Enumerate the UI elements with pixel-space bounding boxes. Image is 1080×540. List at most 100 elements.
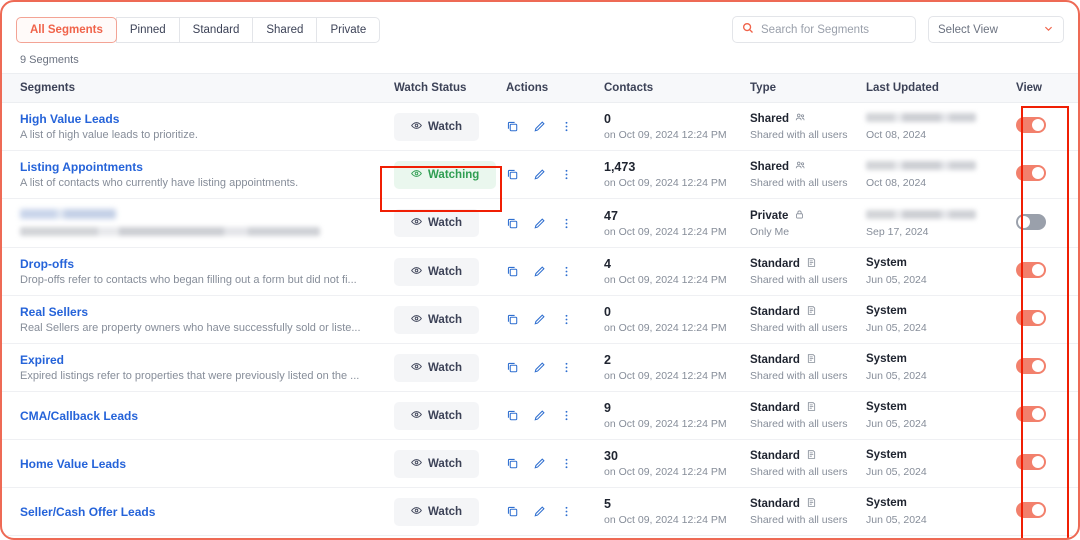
- duplicate-icon[interactable]: [506, 361, 519, 374]
- cell-last-updated: Oct 08, 2024: [866, 102, 1016, 151]
- cell-type: Shared Shared with all users: [750, 150, 866, 199]
- more-options-icon[interactable]: [560, 361, 573, 374]
- table-row: Real Sellers Real Sellers are property ow…: [2, 295, 1078, 344]
- contacts-count: 0: [604, 305, 611, 319]
- edit-pencil-icon[interactable]: [533, 409, 546, 422]
- cell-actions: [506, 247, 604, 296]
- edit-pencil-icon[interactable]: [533, 217, 546, 230]
- type-sublabel: Shared with all users: [750, 514, 848, 526]
- column-header-contacts: Contacts: [604, 73, 750, 103]
- cell-type: Standard Shared with all users: [750, 247, 866, 296]
- duplicate-icon[interactable]: [506, 505, 519, 518]
- watch-button-label: Watching: [428, 168, 480, 181]
- segment-name-link[interactable]: High Value Leads: [20, 112, 119, 126]
- filter-tab-private[interactable]: Private: [316, 16, 381, 43]
- edit-pencil-icon[interactable]: [533, 313, 546, 326]
- view-toggle[interactable]: [1016, 165, 1046, 181]
- duplicate-icon[interactable]: [506, 120, 519, 133]
- cell-segment: Listing Appointments A list of contacts w…: [2, 150, 394, 199]
- contacts-count: 0: [604, 112, 611, 126]
- contacts-count: 5: [604, 497, 611, 511]
- more-options-icon[interactable]: [560, 120, 573, 133]
- search-input[interactable]: [761, 23, 906, 36]
- more-options-icon[interactable]: [560, 265, 573, 278]
- watch-button[interactable]: Watch: [394, 112, 480, 141]
- cell-type: Standard Shared with all users: [750, 391, 866, 440]
- duplicate-icon[interactable]: [506, 457, 519, 470]
- view-toggle-knob: [1018, 215, 1030, 228]
- more-options-icon[interactable]: [560, 457, 573, 470]
- cell-contacts: 2 on Oct 09, 2024 12:24 PM: [604, 343, 750, 392]
- watch-button-label: Watch: [428, 409, 463, 422]
- more-options-icon[interactable]: [560, 168, 573, 181]
- contacts-count: 30: [604, 449, 618, 463]
- cell-contacts: 0 on Oct 09, 2024 12:24 PM: [604, 295, 750, 344]
- duplicate-icon[interactable]: [506, 409, 519, 422]
- duplicate-icon[interactable]: [506, 217, 519, 230]
- edit-pencil-icon[interactable]: [533, 361, 546, 374]
- cell-contacts: 9 on Oct 09, 2024 12:24 PM: [604, 391, 750, 440]
- select-view-dropdown[interactable]: Select View: [928, 16, 1064, 43]
- edit-pencil-icon[interactable]: [533, 168, 546, 181]
- view-toggle[interactable]: [1016, 454, 1046, 470]
- edit-pencil-icon[interactable]: [533, 505, 546, 518]
- cell-last-updated: System Jun 05, 2024: [866, 391, 1016, 440]
- watch-button[interactable]: Watch: [394, 497, 480, 526]
- duplicate-icon[interactable]: [506, 168, 519, 181]
- edit-pencil-icon[interactable]: [533, 120, 546, 133]
- column-header-view: View: [1016, 73, 1078, 103]
- filter-tab-shared[interactable]: Shared: [252, 16, 318, 43]
- cell-last-updated: Sep 17, 2024: [866, 198, 1016, 248]
- segment-name-link[interactable]: Listing Appointments: [20, 160, 143, 174]
- view-toggle[interactable]: [1016, 502, 1046, 518]
- segment-name-link[interactable]: Expired: [20, 353, 64, 367]
- watch-button[interactable]: Watch: [394, 353, 480, 382]
- more-options-icon[interactable]: [560, 505, 573, 518]
- view-toggle[interactable]: [1016, 358, 1046, 374]
- cell-segment: Drop-offs Drop-offs refer to contacts who…: [2, 247, 394, 296]
- eye-icon: [411, 409, 422, 423]
- cell-watch-status: Watch: [394, 439, 506, 488]
- segment-name-link[interactable]: Real Sellers: [20, 305, 88, 319]
- watch-button[interactable]: Watch: [394, 257, 480, 286]
- redacted-segment-description: [20, 227, 320, 237]
- filter-tab-pinned[interactable]: Pinned: [115, 16, 180, 43]
- watch-button[interactable]: Watch: [394, 449, 480, 478]
- segments-table-body: High Value Leads A list of high value lea…: [2, 102, 1078, 536]
- search-input-wrapper[interactable]: [732, 16, 916, 43]
- cell-watch-status: Watching: [394, 150, 506, 199]
- watch-button[interactable]: Watch: [394, 305, 480, 334]
- updated-date: Oct 08, 2024: [866, 129, 927, 141]
- watch-button[interactable]: Watch: [394, 209, 480, 237]
- filter-tab-all-segments[interactable]: All Segments: [16, 16, 117, 43]
- filter-tab-standard[interactable]: Standard: [178, 16, 254, 43]
- more-options-icon[interactable]: [560, 409, 573, 422]
- segment-name-link[interactable]: CMA/Callback Leads: [20, 409, 138, 423]
- cell-last-updated: Oct 08, 2024: [866, 150, 1016, 199]
- watching-button[interactable]: Watching: [394, 160, 497, 189]
- cell-contacts: 5 on Oct 09, 2024 12:24 PM: [604, 487, 750, 536]
- edit-pencil-icon[interactable]: [533, 265, 546, 278]
- cell-watch-status: Watch: [394, 247, 506, 296]
- watch-button-label: Watch: [428, 265, 463, 278]
- view-toggle-knob: [1032, 312, 1044, 324]
- watch-button[interactable]: Watch: [394, 401, 480, 430]
- contacts-count: 4: [604, 257, 611, 271]
- type-sublabel: Shared with all users: [750, 129, 848, 141]
- view-toggle[interactable]: [1016, 117, 1046, 133]
- more-options-icon[interactable]: [560, 217, 573, 230]
- more-options-icon[interactable]: [560, 313, 573, 326]
- edit-pencil-icon[interactable]: [533, 457, 546, 470]
- cell-view: [1016, 102, 1078, 151]
- updated-by: System: [866, 257, 907, 269]
- duplicate-icon[interactable]: [506, 313, 519, 326]
- segment-name-link[interactable]: Home Value Leads: [20, 457, 126, 471]
- duplicate-icon[interactable]: [506, 265, 519, 278]
- view-toggle[interactable]: [1016, 406, 1046, 422]
- cell-last-updated: System Jun 05, 2024: [866, 295, 1016, 344]
- view-toggle[interactable]: [1016, 262, 1046, 278]
- segment-name-link[interactable]: Seller/Cash Offer Leads: [20, 505, 155, 519]
- view-toggle[interactable]: [1016, 213, 1046, 230]
- view-toggle[interactable]: [1016, 310, 1046, 326]
- segment-name-link[interactable]: Drop-offs: [20, 257, 74, 271]
